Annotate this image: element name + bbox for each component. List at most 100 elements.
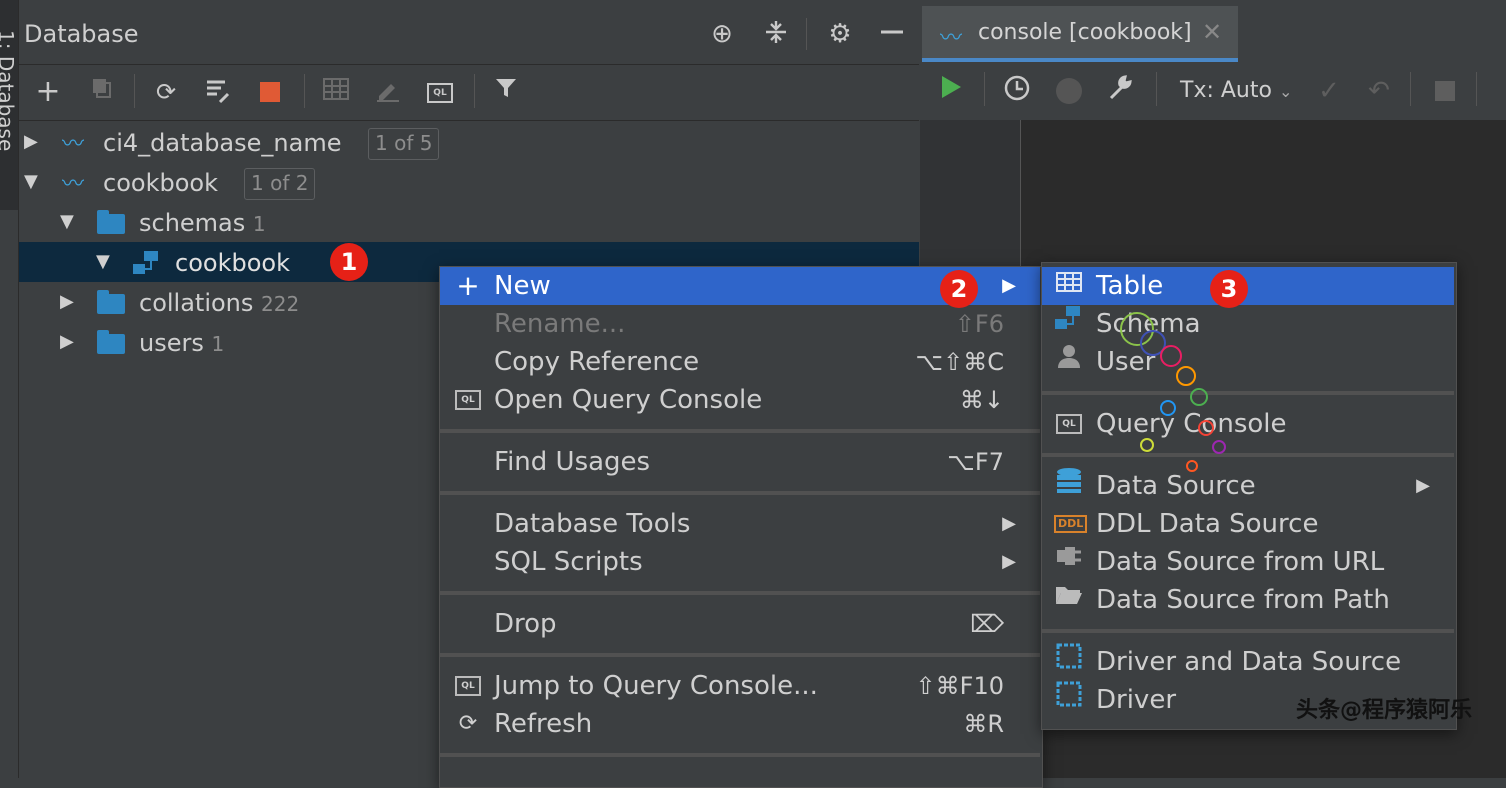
submenu-item-user[interactable]: User	[1042, 343, 1454, 381]
tree-item-users[interactable]: users 1	[139, 323, 224, 363]
filter-icon[interactable]	[490, 76, 522, 108]
tree-item-collations[interactable]: collations 222	[139, 283, 299, 323]
shortcut-label: ⌘R	[963, 710, 1004, 738]
submenu-item-query-console[interactable]: QL Query Console	[1042, 405, 1454, 443]
tree-item-schemas[interactable]: schemas 1	[139, 203, 266, 243]
submenu-item-data-source-from-path[interactable]: Data Source from Path	[1042, 581, 1454, 619]
duplicate-icon[interactable]	[86, 76, 118, 108]
folder-open-icon	[1054, 581, 1084, 619]
submenu-item-data-source[interactable]: Data Source ▶	[1042, 467, 1454, 505]
console-icon[interactable]: QL	[424, 76, 456, 108]
tree-item-label: users	[139, 329, 204, 357]
database-tool-window-button[interactable]: 1: Database	[0, 0, 18, 210]
crosshair-icon[interactable]: ⊕	[706, 18, 738, 50]
panel-title: Database	[24, 20, 139, 48]
step-marker: 2	[940, 270, 978, 308]
decorative-bubble	[1176, 366, 1196, 386]
expand-arrow-icon[interactable]: ▶	[24, 131, 38, 152]
submenu-arrow-icon: ▶	[1002, 275, 1016, 296]
collapse-icon[interactable]	[760, 18, 792, 50]
menu-item-drop[interactable]: Drop ⌦	[440, 605, 1040, 643]
tree-item-cookbook-schema[interactable]: cookbook	[175, 243, 290, 283]
submenu-item-table[interactable]: Table	[1042, 267, 1454, 305]
add-icon[interactable]: +	[32, 76, 64, 108]
item-count: 1	[252, 212, 266, 236]
submenu-item-data-source-from-url[interactable]: Data Source from URL	[1042, 543, 1454, 581]
collapse-arrow-icon[interactable]: ▼	[60, 211, 74, 232]
decorative-bubble	[1212, 440, 1226, 454]
decorative-bubble	[1198, 420, 1214, 436]
folder-icon	[97, 330, 125, 354]
tab-label: console [cookbook]	[978, 20, 1192, 45]
driver-icon	[1054, 681, 1084, 720]
menu-separator	[440, 753, 1040, 757]
submenu-item-driver-and-data-source[interactable]: Driver and Data Source	[1042, 643, 1454, 681]
schema-icon	[132, 250, 162, 280]
menu-item-open-query-console[interactable]: QL Open Query Console ⌘↓	[440, 381, 1040, 419]
delete-icon: ⌦	[970, 610, 1004, 638]
decorative-bubble	[1160, 400, 1176, 416]
tree-item-label: schemas	[139, 209, 246, 237]
menu-separator	[440, 653, 1040, 657]
menu-item-rename[interactable]: Rename... ⇧F6	[440, 305, 1040, 343]
mysql-icon: 〰	[940, 26, 963, 51]
decorative-bubble	[1140, 438, 1154, 452]
commit-icon[interactable]: ✓	[1312, 74, 1346, 108]
menu-separator	[1042, 453, 1454, 457]
tree-item-cookbook[interactable]: cookbook	[103, 163, 218, 203]
close-icon[interactable]: ✕	[1202, 18, 1222, 46]
decorative-bubble	[1186, 460, 1198, 472]
plus-icon: +	[456, 269, 480, 302]
menu-item-database-tools[interactable]: Database Tools ▶	[440, 505, 1040, 543]
datasource-badge: 1 of 2	[244, 168, 316, 200]
collapse-arrow-icon[interactable]: ▼	[24, 171, 38, 192]
submenu-item-schema[interactable]: Schema	[1042, 305, 1454, 343]
refresh-icon: ⟳	[458, 711, 478, 736]
datasource-icon	[1054, 467, 1084, 508]
submenu-arrow-icon: ▶	[1002, 551, 1016, 572]
console-icon: QL	[454, 667, 482, 705]
menu-item-find-usages[interactable]: Find Usages ⌥F7	[440, 443, 1040, 481]
console-icon: QL	[1054, 405, 1084, 443]
tool-window-label: 1: Database	[0, 30, 18, 152]
item-count: 222	[261, 292, 300, 316]
item-count: 1	[211, 332, 225, 356]
stop-icon[interactable]	[1428, 74, 1462, 108]
tree-item-ci4-database[interactable]: ci4_database_name	[103, 123, 341, 163]
disabled-circle-icon[interactable]	[1052, 74, 1086, 108]
stop-icon[interactable]	[254, 76, 286, 108]
expand-arrow-icon[interactable]: ▶	[60, 291, 74, 312]
toolbar-divider	[474, 74, 475, 108]
history-icon[interactable]	[1000, 74, 1034, 108]
menu-item-jump-to-query-console[interactable]: QL Jump to Query Console... ⇧⌘F10	[440, 667, 1040, 705]
decorative-bubble	[1190, 388, 1208, 406]
submenu-item-ddl-data-source[interactable]: DDL DDL Data Source	[1042, 505, 1454, 543]
submenu-arrow-icon: ▶	[1416, 475, 1430, 496]
refresh-icon[interactable]: ⟳	[150, 76, 182, 108]
gear-icon[interactable]: ⚙	[824, 18, 856, 50]
chevron-down-icon: ⌄	[1278, 82, 1293, 101]
menu-separator	[440, 591, 1040, 595]
minimize-icon[interactable]	[876, 18, 908, 50]
watermark: 头条@程序猿阿乐	[1296, 698, 1473, 723]
edit-icon[interactable]	[372, 76, 404, 108]
submenu-arrow-icon: ▶	[1002, 513, 1016, 534]
menu-item-sql-scripts[interactable]: SQL Scripts ▶	[440, 543, 1040, 581]
menu-item-refresh[interactable]: ⟳ Refresh ⌘R	[440, 705, 1040, 743]
rollback-icon[interactable]: ↶	[1362, 74, 1396, 108]
shortcut-label: ⌥⇧⌘C	[915, 348, 1004, 376]
menu-item-copy-reference[interactable]: Copy Reference ⌥⇧⌘C	[440, 343, 1040, 381]
toolbar-divider	[984, 72, 985, 106]
plug-icon	[1054, 543, 1084, 581]
table-icon	[1054, 267, 1084, 305]
expand-arrow-icon[interactable]: ▶	[60, 331, 74, 352]
tree-item-label: collations	[139, 289, 254, 317]
schema-tools-icon[interactable]	[202, 76, 234, 108]
collapse-arrow-icon[interactable]: ▼	[96, 251, 110, 272]
transaction-mode-select[interactable]: Tx: Auto ⌄	[1180, 78, 1292, 103]
run-icon[interactable]	[934, 74, 968, 108]
table-icon[interactable]	[320, 76, 352, 108]
step-marker: 1	[330, 243, 368, 281]
toolbar-divider	[1476, 72, 1477, 106]
wrench-icon[interactable]	[1104, 74, 1138, 108]
